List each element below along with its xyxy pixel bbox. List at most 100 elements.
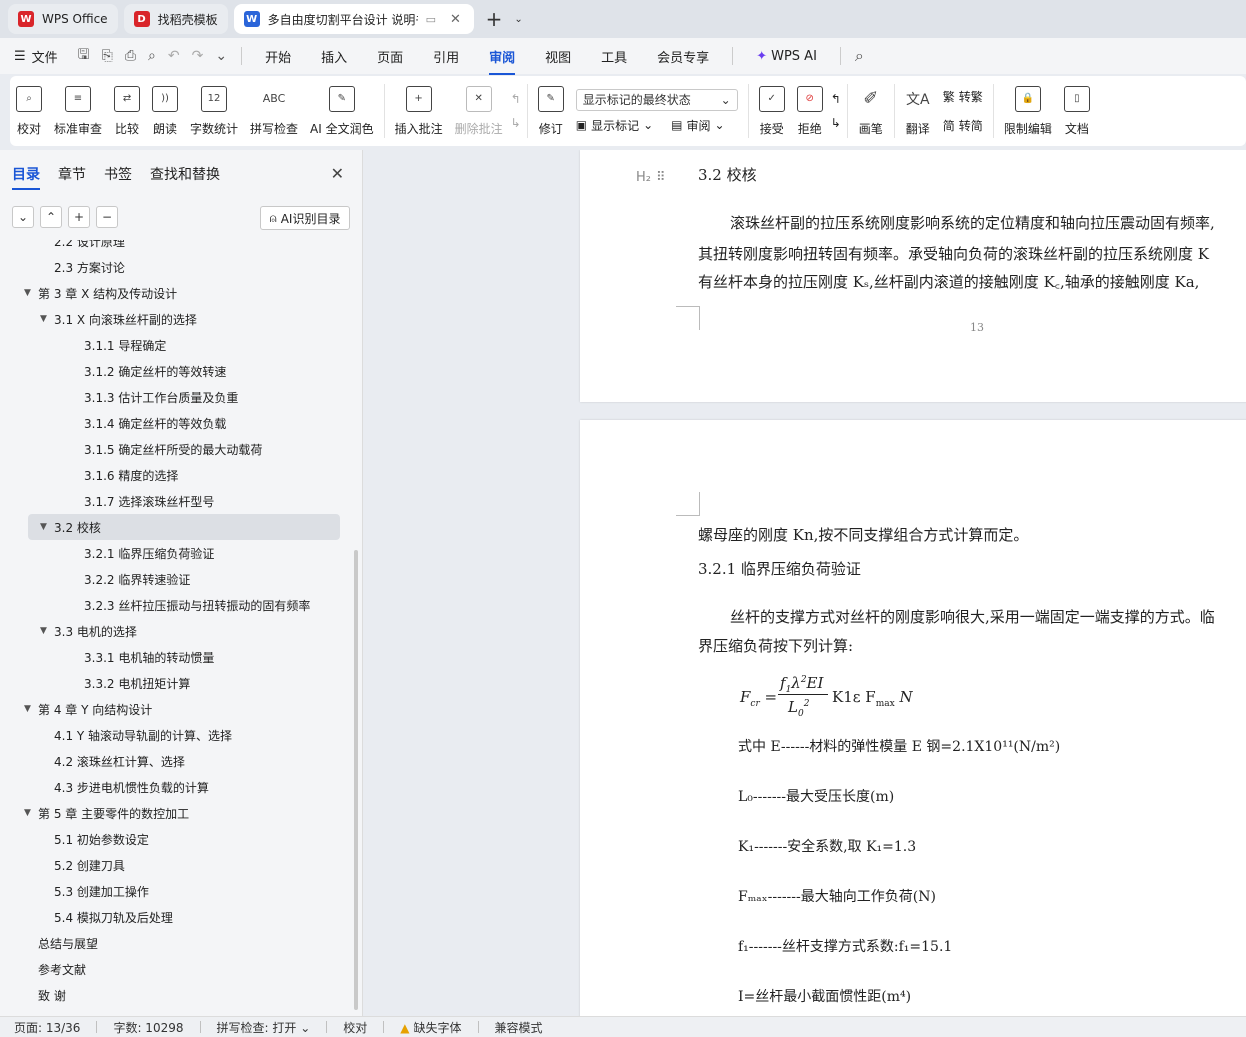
toc-item[interactable]: 5.3 创建加工操作: [0, 878, 352, 904]
collapse-triangle-icon[interactable]: ▼: [40, 626, 54, 636]
more-chevron-icon[interactable]: ⌄: [215, 48, 227, 64]
menu-insert[interactable]: 插入: [321, 47, 347, 66]
doc-permission-button[interactable]: ▯ 文档: [1058, 78, 1096, 144]
prev-change-icon[interactable]: ↰: [831, 92, 841, 106]
toc-item[interactable]: 5.1 初始参数设定: [0, 826, 352, 852]
expand-down-icon[interactable]: ⌄: [12, 206, 34, 228]
export-icon[interactable]: ⎘: [102, 48, 113, 64]
collapse-triangle-icon[interactable]: ▼: [40, 522, 54, 532]
page-indicator[interactable]: 页面: 13/36: [14, 1019, 80, 1036]
reject-button[interactable]: ⊘ 拒绝: [791, 78, 829, 144]
track-changes-button[interactable]: ✎ 修订: [532, 78, 570, 144]
word-count-indicator[interactable]: 字数: 10298: [113, 1019, 183, 1036]
review-pane-button[interactable]: 审阅: [686, 117, 710, 134]
proof-indicator[interactable]: 校对: [343, 1019, 367, 1036]
menu-view[interactable]: 视图: [545, 47, 571, 66]
toc-item[interactable]: ▼ 第 4 章 Y 向结构设计: [0, 696, 352, 722]
toc-item[interactable]: 4.2 滚珠丝杠计算、选择: [0, 748, 352, 774]
redo-icon[interactable]: ↷: [192, 48, 204, 64]
document-area[interactable]: H₂ ⠿ 3.2 校核 滚珠丝杆副的拉压系统刚度影响系统的定位精度和轴向拉压震动…: [364, 150, 1246, 1016]
toc-item[interactable]: 5.4 模拟刀轨及后处理: [0, 904, 352, 930]
menu-tools[interactable]: 工具: [601, 47, 627, 66]
toc-item[interactable]: 3.1.6 精度的选择: [0, 462, 352, 488]
toc-item[interactable]: ▼ 第 3 章 X 结构及传动设计: [0, 280, 352, 306]
tab-template[interactable]: D 找稻壳模板: [123, 4, 228, 34]
undo-icon[interactable]: ↶: [168, 48, 180, 64]
spell-check-indicator[interactable]: 拼写检查: 打开 ⌄: [217, 1019, 311, 1036]
drag-handle-icon[interactable]: ⠿: [656, 170, 666, 185]
toc-item[interactable]: 4.3 步进电机惯性负载的计算: [0, 774, 352, 800]
to-simplified-button[interactable]: 简转简: [943, 117, 983, 134]
menu-reference[interactable]: 引用: [433, 47, 459, 66]
collapse-triangle-icon[interactable]: ▼: [24, 704, 38, 714]
file-menu[interactable]: ☰ 文件: [14, 47, 58, 66]
tab-bookmarks[interactable]: 书签: [104, 164, 132, 190]
toc-scrollbar[interactable]: [354, 550, 358, 1010]
save-icon[interactable]: 🖫: [78, 44, 90, 68]
ai-toc-button[interactable]: ⍝ AI识别目录: [260, 206, 350, 230]
toc-item[interactable]: 3.1.3 估计工作台质量及负重: [0, 384, 352, 410]
translate-button[interactable]: 文A 翻译: [899, 78, 937, 144]
search-icon[interactable]: ⌕: [855, 46, 864, 66]
tab-document[interactable]: W 多自由度切割平台设计 说明书 ▭ ✕: [233, 4, 474, 34]
prev-comment-icon[interactable]: ↰: [511, 92, 521, 106]
wps-ai-button[interactable]: ✦ WPS AI: [756, 49, 817, 64]
to-traditional-button[interactable]: 繁转繁: [943, 88, 983, 105]
toc-item[interactable]: 3.1.4 确定丝杆的等效负载: [0, 410, 352, 436]
restrict-edit-button[interactable]: 🔒 限制编辑: [998, 78, 1058, 144]
comment-nav-buttons[interactable]: ↰ ↳: [509, 78, 523, 144]
toc-item[interactable]: 3.1.7 选择滚珠丝杆型号: [0, 488, 352, 514]
toc-item[interactable]: 3.1.2 确定丝杆的等效转速: [0, 358, 352, 384]
toc-item[interactable]: 3.3.2 电机扭矩计算: [0, 670, 352, 696]
toc-item[interactable]: 3.2.3 丝杆拉压振动与扭转振动的固有频率: [0, 592, 352, 618]
menu-start[interactable]: 开始: [265, 47, 291, 66]
next-comment-icon[interactable]: ↳: [511, 116, 521, 130]
toc-item[interactable]: 致 谢: [0, 982, 352, 1008]
change-nav-buttons[interactable]: ↰ ↳: [829, 78, 843, 144]
read-aloud-button[interactable]: )) 朗读: [146, 78, 184, 144]
ai-polish-button[interactable]: ✎ AI 全文润色: [304, 78, 380, 144]
pen-button[interactable]: ✐ 画笔: [852, 78, 890, 144]
toc-item[interactable]: 3.1.5 确定丝杆所受的最大动载荷: [0, 436, 352, 462]
toc-item[interactable]: ▼ 3.1 X 向滚珠丝杆副的选择: [0, 306, 352, 332]
toc-item[interactable]: 4.1 Y 轴滚动导轨副的计算、选择: [0, 722, 352, 748]
toc-item[interactable]: 总结与展望: [0, 930, 352, 956]
remove-heading-icon[interactable]: −: [96, 206, 118, 228]
word-count-button[interactable]: 12 字数统计: [184, 78, 244, 144]
collapse-triangle-icon[interactable]: ▼: [24, 288, 38, 298]
next-change-icon[interactable]: ↳: [831, 116, 841, 130]
toc-item[interactable]: 3.2.1 临界压缩负荷验证: [0, 540, 352, 566]
delete-comment-button[interactable]: ✕ 删除批注: [449, 78, 509, 144]
toc-item[interactable]: 5.2 创建刀具: [0, 852, 352, 878]
tab-chapters[interactable]: 章节: [58, 164, 86, 190]
tab-list-chevron-icon[interactable]: ⌄: [514, 14, 522, 25]
menu-review[interactable]: 审阅: [489, 47, 516, 75]
toc-item[interactable]: 2.3 方案讨论: [0, 254, 352, 280]
toc-item[interactable]: ▼ 3.2 校核: [28, 514, 340, 540]
tab-find-replace[interactable]: 查找和替换: [150, 164, 220, 190]
display-mode-select[interactable]: 显示标记的最终状态 ⌄: [575, 88, 738, 111]
add-tab-icon[interactable]: +: [480, 7, 509, 31]
spell-check-button[interactable]: ABC 拼写检查: [244, 78, 304, 144]
tab-toc[interactable]: 目录: [12, 164, 40, 190]
toc-item[interactable]: ▼ 3.3 电机的选择: [0, 618, 352, 644]
insert-comment-button[interactable]: + 插入批注: [389, 78, 449, 144]
toc-item[interactable]: 参考文献: [0, 956, 352, 982]
toc-item[interactable]: 3.3.1 电机轴的转动惯量: [0, 644, 352, 670]
show-markup-button[interactable]: 显示标记: [591, 117, 639, 134]
missing-font-indicator[interactable]: ▲ 缺失字体: [400, 1019, 461, 1036]
monitor-icon[interactable]: ▭: [426, 13, 436, 26]
close-tab-icon[interactable]: ✕: [450, 12, 461, 27]
proofread-button[interactable]: ⌕ 校对: [10, 78, 48, 144]
heading-level-icon[interactable]: H₂: [636, 170, 651, 185]
collapse-triangle-icon[interactable]: ▼: [24, 808, 38, 818]
compare-button[interactable]: ⇄ 比较: [108, 78, 146, 144]
toc-item[interactable]: 2.2 设计原理: [0, 240, 352, 254]
print-preview-icon[interactable]: ⌕: [148, 48, 156, 64]
print-icon[interactable]: ⎙: [125, 48, 136, 64]
close-panel-icon[interactable]: ✕: [331, 164, 344, 183]
accept-button[interactable]: ✓ 接受: [753, 78, 791, 144]
menu-member[interactable]: 会员专享: [657, 47, 709, 66]
toc-item[interactable]: 3.1.1 导程确定: [0, 332, 352, 358]
collapse-triangle-icon[interactable]: ▼: [40, 314, 54, 324]
